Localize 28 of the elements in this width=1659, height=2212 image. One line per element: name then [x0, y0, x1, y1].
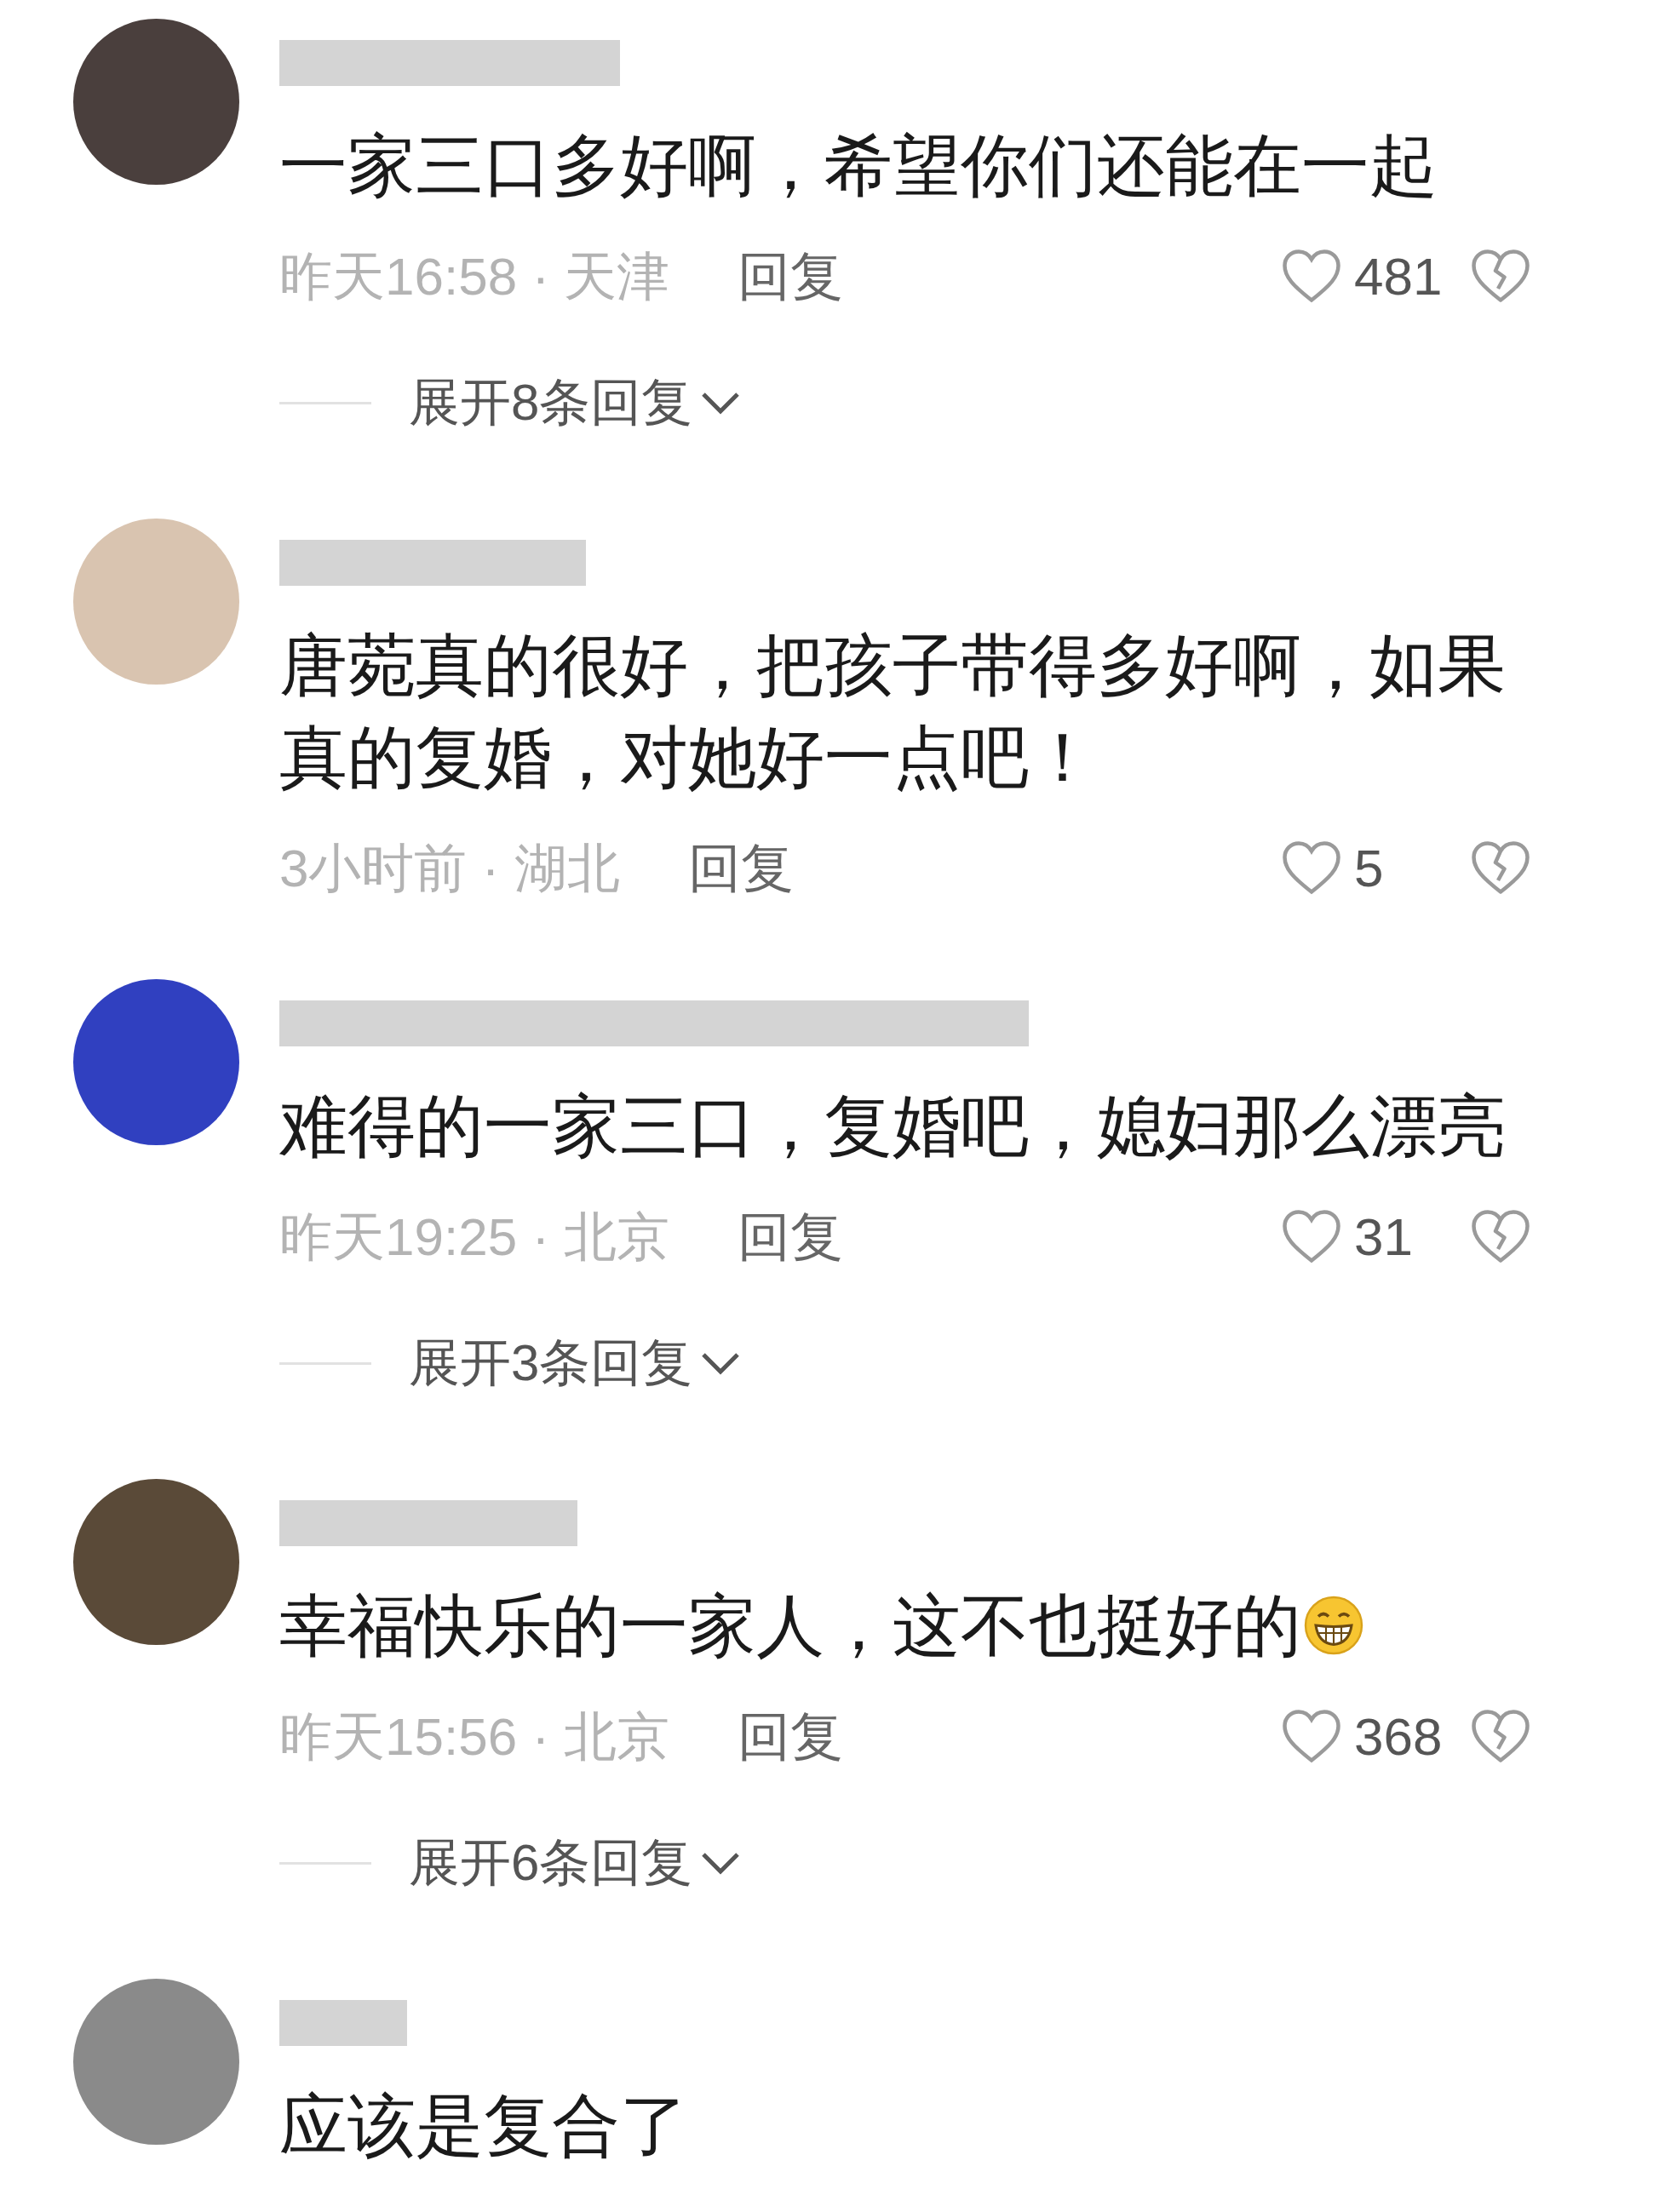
heart-icon[interactable] — [1281, 840, 1342, 896]
expand-replies-button[interactable]: 展开3条回复 — [409, 1325, 743, 1401]
comment-text: 应该是复合了 — [279, 2087, 689, 2165]
comment-text: 一家三口多好啊，希望你们还能在一起 — [279, 127, 1438, 205]
heart-icon[interactable] — [1281, 1208, 1342, 1264]
reply-button[interactable]: 回复 — [738, 1196, 844, 1276]
reply-button[interactable]: 回复 — [738, 1696, 844, 1776]
expand-replies-button[interactable]: 展开6条回复 — [409, 1825, 743, 1901]
broken-heart-icon[interactable] — [1470, 248, 1531, 304]
reply-button[interactable]: 回复 — [738, 236, 844, 316]
comment-text: 唐菀真的很好，把孩子带得多好啊，如果真的复婚，对她好一点吧！ — [279, 627, 1507, 797]
comment-text: 难得的一家三口，复婚吧，媳妇那么漂亮 — [279, 1087, 1507, 1166]
comment-time-location: 昨天16:58 · 天津 — [279, 245, 670, 307]
heart-icon[interactable] — [1281, 1708, 1342, 1764]
like-count: 5 — [1354, 837, 1385, 899]
comment-time-location: 昨天19:25 · 北京 — [279, 1206, 670, 1268]
broken-heart-icon[interactable] — [1470, 840, 1531, 896]
like-count: 481 — [1354, 245, 1444, 307]
broken-heart-icon[interactable] — [1470, 1208, 1531, 1264]
heart-icon[interactable] — [1281, 248, 1342, 304]
like-count: 368 — [1354, 1705, 1444, 1768]
comment-time-location: 昨天15:56 · 北京 — [279, 1705, 670, 1768]
reply-button[interactable]: 回复 — [687, 828, 794, 908]
like-count: 31 — [1354, 1206, 1414, 1268]
expand-replies-button[interactable]: 展开8条回复 — [409, 364, 743, 441]
comment-text: 幸福快乐的一家人，这不也挺好的 — [279, 1588, 1301, 1664]
comment-time-location: 3小时前 · 湖北 — [279, 837, 620, 899]
broken-heart-icon[interactable] — [1470, 1708, 1531, 1764]
